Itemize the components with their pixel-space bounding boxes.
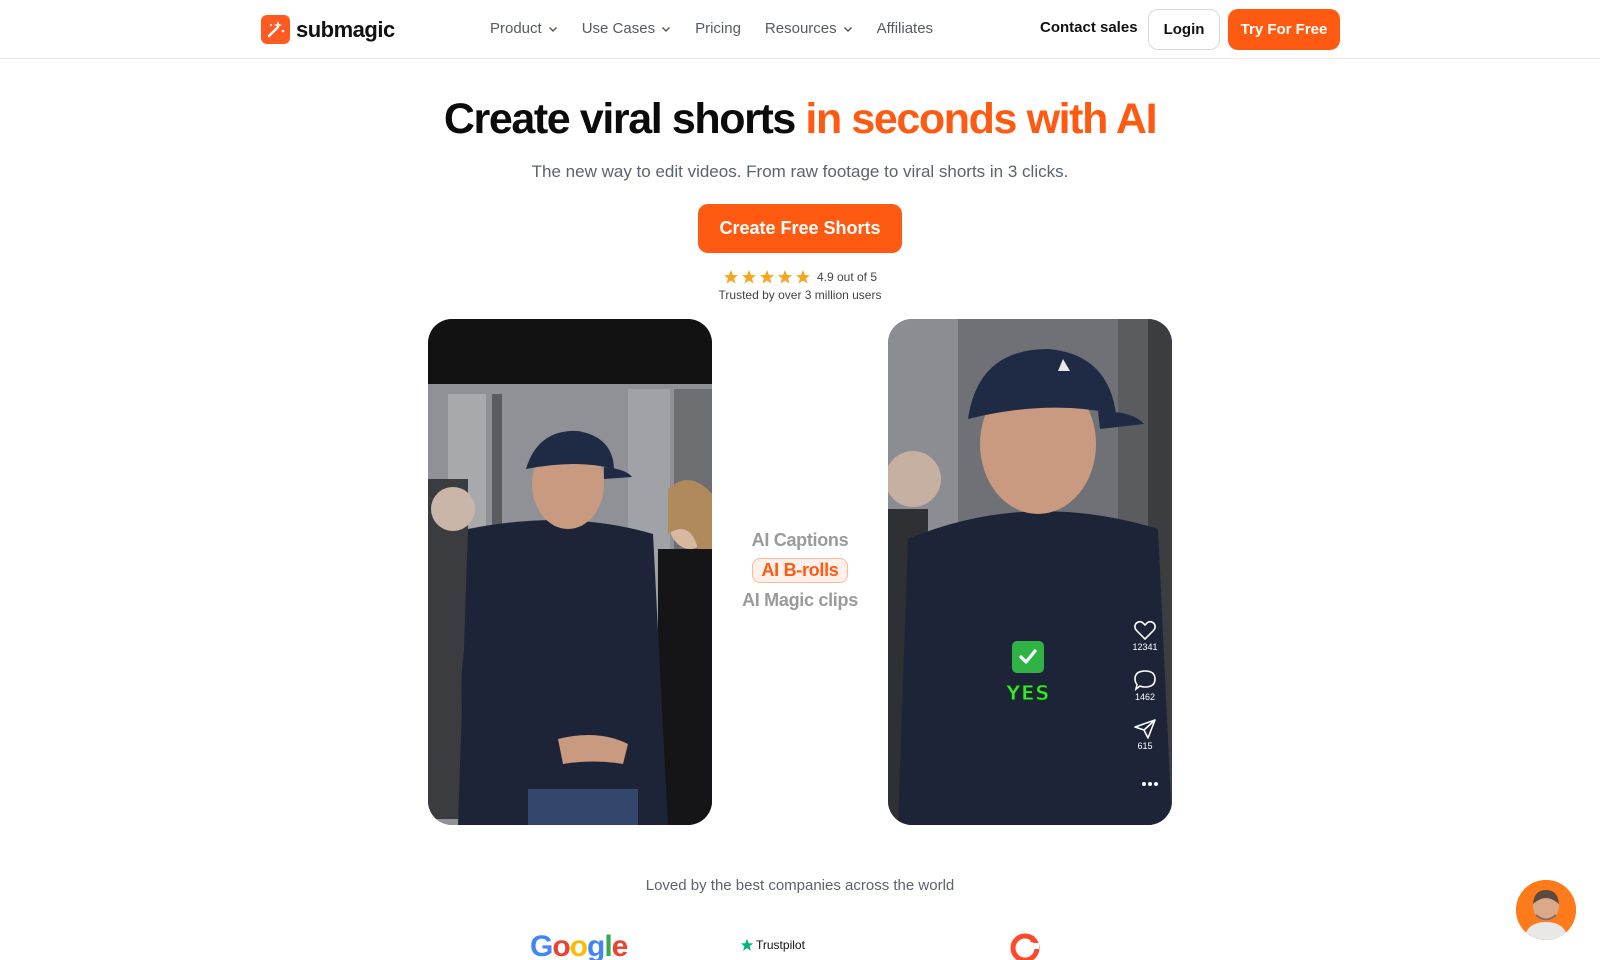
- nav-item-label: Pricing: [695, 20, 741, 37]
- comment-count: 1462: [1134, 692, 1156, 702]
- feature-ai-b-rolls[interactable]: AI B-rolls: [752, 558, 848, 583]
- share-action[interactable]: 615: [1130, 718, 1160, 751]
- chevron-down-icon: [662, 26, 671, 32]
- login-button[interactable]: Login: [1148, 9, 1220, 50]
- trustpilot-star-icon: [740, 938, 754, 951]
- svg-text:2: 2: [1030, 934, 1035, 944]
- rating-row: 4.9 out of 5: [0, 269, 1600, 285]
- nav-item-product[interactable]: Product: [490, 20, 558, 37]
- nav-item-resources[interactable]: Resources: [765, 20, 853, 37]
- star-icon: [723, 270, 738, 284]
- brand-logo[interactable]: submagic: [261, 15, 395, 44]
- trustpilot-logo: Trustpilot: [740, 938, 805, 952]
- try-for-free-button[interactable]: Try For Free: [1228, 9, 1340, 50]
- social-proof-heading: Loved by the best companies across the w…: [645, 877, 955, 894]
- video-caption: YES: [1005, 681, 1051, 706]
- site-header: submagic Product Use Cases Pricing Resou…: [0, 0, 1600, 59]
- chevron-down-icon: [548, 26, 557, 32]
- star-icon: [795, 270, 810, 284]
- brand-name: submagic: [296, 16, 395, 42]
- raw-video-frame: [428, 319, 712, 825]
- heart-icon: [1134, 620, 1156, 641]
- rating-stars: [723, 269, 811, 285]
- g2-logo: 2: [1010, 932, 1040, 960]
- more-options-icon[interactable]: [1142, 782, 1158, 786]
- like-action[interactable]: 12341: [1130, 619, 1160, 652]
- raw-video-preview[interactable]: [428, 319, 712, 825]
- submagic-logo-icon: [261, 15, 290, 44]
- trusted-text: Trusted by over 3 million users: [718, 288, 882, 302]
- star-icon: [777, 270, 792, 284]
- nav-item-label: Product: [490, 20, 542, 37]
- feature-ai-magic-clips[interactable]: AI Magic clips: [742, 590, 858, 611]
- like-count: 12341: [1132, 642, 1158, 652]
- nav-item-label: Resources: [764, 20, 837, 37]
- feature-ai-captions[interactable]: AI Captions: [752, 530, 849, 551]
- share-count: 615: [1137, 741, 1153, 751]
- chevron-down-icon: [843, 26, 852, 32]
- hero-title-main: Create viral shorts: [443, 95, 806, 143]
- google-logo: Google: [530, 930, 628, 960]
- hero-title-accent: in seconds with AI: [805, 95, 1157, 143]
- star-icon: [741, 270, 756, 284]
- star-icon: [759, 270, 774, 284]
- checkmark-emoji-icon: [1012, 641, 1044, 673]
- edited-video-preview[interactable]: YES 12341 1462 615: [888, 319, 1172, 825]
- share-icon: [1134, 719, 1156, 739]
- avatar: [1516, 880, 1576, 940]
- nav-item-pricing[interactable]: Pricing: [695, 20, 741, 37]
- comment-action[interactable]: 1462: [1130, 669, 1160, 702]
- main-nav: Product Use Cases Pricing Resources Affi…: [490, 20, 957, 37]
- hero-subtitle: The new way to edit videos. From raw foo…: [531, 162, 1069, 181]
- hero-title: Create viral shorts in seconds with AI: [0, 95, 1600, 144]
- contact-sales-link[interactable]: Contact sales: [1040, 19, 1138, 36]
- feature-list: AI Captions AI B-rolls AI Magic clips: [740, 530, 860, 611]
- nav-item-label: Affiliates: [876, 20, 934, 37]
- support-chat-avatar[interactable]: [1516, 880, 1576, 940]
- company-logos: Google Trustpilot 2: [0, 930, 1600, 960]
- nav-item-use-cases[interactable]: Use Cases: [582, 20, 671, 37]
- nav-item-label: Use Cases: [581, 20, 656, 37]
- rating-text: 4.9 out of 5: [816, 270, 878, 284]
- comment-icon: [1134, 670, 1156, 691]
- create-free-shorts-button[interactable]: Create Free Shorts: [698, 204, 902, 253]
- nav-item-affiliates[interactable]: Affiliates: [877, 20, 933, 37]
